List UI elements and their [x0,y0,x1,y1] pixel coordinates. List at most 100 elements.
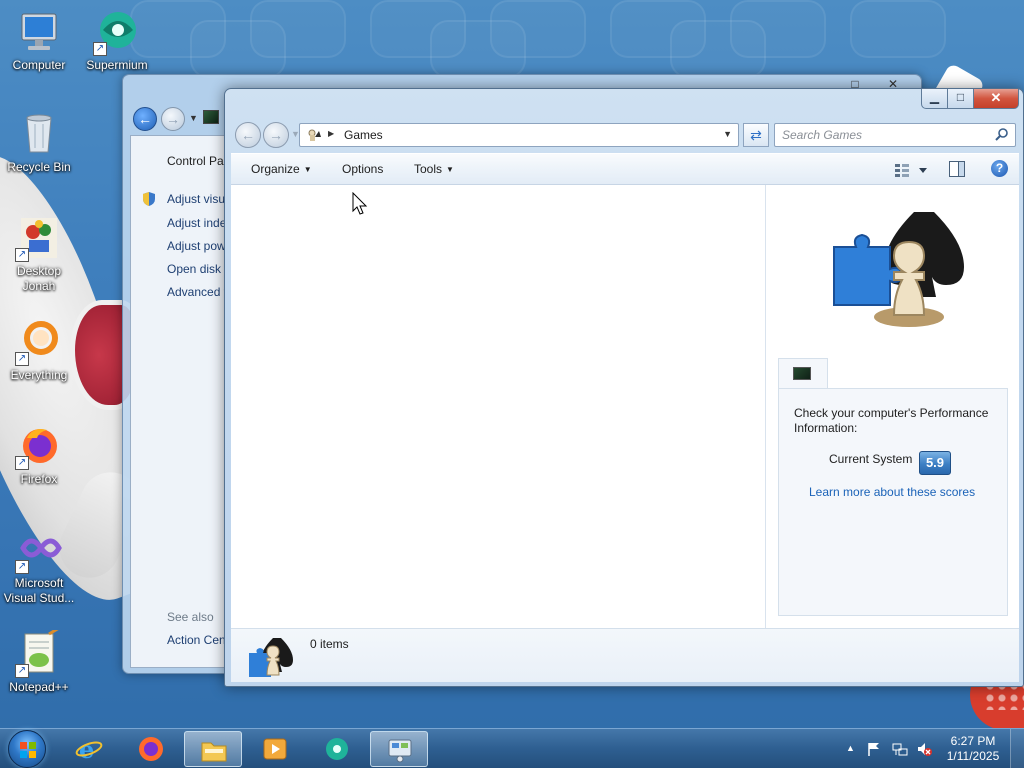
breadcrumb-separator-icon[interactable]: ▶ [328,129,334,138]
options-label: Options [342,162,384,176]
options-button[interactable]: Options [342,162,383,176]
organize-label: Organize [251,162,300,176]
desktop-icon-label: Supermium [86,58,148,72]
sidebar-item-adjust-index[interactable]: Adjust index [167,216,232,230]
desktop-icon-label: Recycle Bin [7,160,71,174]
search-box[interactable] [774,123,1016,147]
desktop-icon-visual-studio[interactable]: ↗ Microsoft Visual Stud... [0,526,78,606]
performance-info-box: Check your computer's Performance Inform… [778,388,1008,616]
see-also-heading: See also [167,610,214,624]
action-center-link[interactable]: Action Cent [167,633,229,647]
desktop-jonah-icon: ↗ [15,214,63,262]
svg-text:e: e [79,736,94,762]
preview-pane-toggle-icon[interactable] [949,161,965,177]
games-icon-small [249,638,293,677]
taskbar-control-panel[interactable] [370,731,428,767]
monitor-icon [15,8,63,56]
desktop-icon-recycle-bin[interactable]: Recycle Bin [0,110,78,175]
current-system-label: Current System [829,452,913,466]
tools-label: Tools [414,162,443,176]
desktop-icon-everything[interactable]: ↗ Everything [0,318,78,383]
preview-pane: Check your computer's Performance Inform… [765,185,1019,628]
desktop-icon-label: Microsoft Visual Stud... [3,576,75,605]
taskbar-supermium[interactable] [308,731,366,767]
recent-pages-icon[interactable]: ▼ [189,113,198,123]
details-pane: 0 items [231,628,1019,682]
everything-search-icon: ↗ [15,318,63,366]
performance-score-badge[interactable]: 5.9 [919,451,951,475]
desktop-icon-label: Computer [12,58,66,72]
performance-monitor-icon [793,367,811,380]
minimize-icon: ▁ [929,90,940,104]
search-icon[interactable] [994,127,1010,143]
shield-icon [143,192,155,206]
games-list-area[interactable] [231,185,765,628]
taskbar-media-player[interactable] [246,731,304,767]
supermium-browser-icon [326,738,348,760]
show-desktop-button[interactable] [1010,729,1024,768]
control-panel-icon [203,110,219,124]
chevron-down-icon: ▼ [303,165,312,174]
notepad-plus-plus-icon: ↗ [15,626,63,678]
firefox-icon: ↗ [15,422,63,470]
learn-more-link[interactable]: Learn more about these scores [809,485,975,499]
refresh-button[interactable]: ⇄ [743,123,769,147]
taskbar-internet-explorer[interactable]: e [60,731,118,767]
minimize-button[interactable]: ▁ [921,89,948,109]
maximize-button[interactable]: □ [948,89,974,109]
tools-menu[interactable]: Tools ▼ [414,162,454,176]
volume-muted-icon[interactable] [916,741,932,757]
folder-icon [201,742,227,762]
address-bar[interactable]: ▶ Games ▼ [299,123,739,147]
search-input[interactable] [775,124,985,146]
visual-studio-icon: ↗ [15,526,63,574]
back-button[interactable]: ← [235,122,261,148]
forward-button[interactable]: → [263,122,289,148]
games-folder-icon [308,129,321,141]
supermium-browser-icon: ↗ [93,8,141,56]
taskbar-windows-explorer[interactable] [184,731,242,767]
refresh-icon: ⇄ [750,127,762,143]
recycle-bin-icon [15,110,63,158]
breadcrumb-games[interactable]: Games [344,128,383,142]
desktop-icon-supermium[interactable]: ↗ Supermium [78,8,156,73]
desktop-icon-computer[interactable]: Computer [0,8,78,73]
desktop-icon-label: Firefox [20,472,58,486]
games-window[interactable]: ▁ □ ✕ ← → ▼ ▶ Games ▼ ⇄ Organize▼ Option… [224,88,1024,687]
chevron-down-icon: ▼ [446,165,454,174]
forward-arrow-icon: → [269,127,283,143]
command-bar: Organize ▼ Options Tools ▼ ? [231,153,1019,185]
desktop-icon-label: Everything [10,368,68,382]
back-arrow-icon: ← [241,127,255,143]
clock-time: 6:27 PM [950,734,996,748]
forward-arrow-icon[interactable]: → [161,107,185,131]
taskbar-firefox[interactable] [122,731,180,767]
organize-menu[interactable]: Organize ▼ [251,162,312,176]
taskbar: e ▲ 6:27 PM 1/11/2025 [0,728,1024,768]
change-view-button[interactable] [893,160,937,180]
help-icon[interactable]: ? [991,160,1008,177]
mouse-cursor-icon [352,192,368,215]
view-options-icon [895,164,927,177]
address-dropdown-icon[interactable]: ▼ [723,129,732,139]
desktop-icon-firefox[interactable]: ↗ Firefox [0,422,78,487]
system-clock[interactable]: 6:27 PM 1/11/2025 [942,734,1004,764]
back-arrow-icon[interactable]: ← [133,107,157,131]
sidebar-item-adjust-power[interactable]: Adjust powe [167,239,232,253]
sidebar-item-adjust-visual[interactable]: Adjust visua [167,192,232,206]
desktop-icon-label: Notepad++ [9,680,69,694]
show-hidden-icons[interactable]: ▲ [846,743,855,753]
close-icon: ✕ [990,90,1002,105]
network-icon[interactable] [892,741,908,757]
action-center-flag-icon[interactable] [866,741,882,757]
windows-logo-icon [20,742,36,758]
desktop-icon-desktop-jonah[interactable]: ↗ Desktop Jonah [0,214,78,294]
firefox-icon [139,737,163,761]
maximize-icon: □ [956,90,965,104]
window-controls: ▁ □ ✕ [921,89,1019,109]
performance-tab[interactable] [778,358,828,388]
desktop-icon-notepad-plus-plus[interactable]: ↗ Notepad++ [0,626,78,695]
close-button[interactable]: ✕ [974,89,1019,109]
start-button[interactable] [8,730,46,768]
desktop-icon-label: Desktop Jonah [16,264,62,293]
